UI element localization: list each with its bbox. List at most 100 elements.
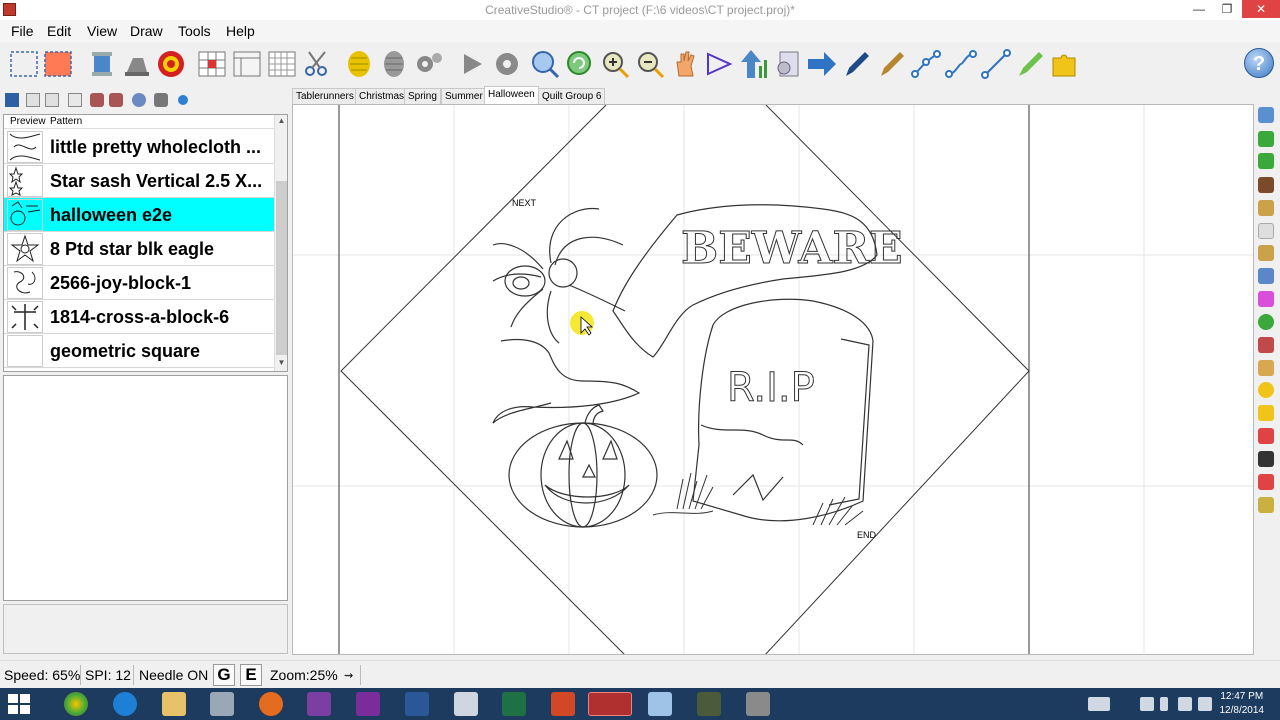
import-icon[interactable] (90, 93, 104, 107)
export-icon[interactable] (109, 93, 123, 107)
tab-spring[interactable]: Spring (404, 88, 441, 104)
menu-draw[interactable]: Draw (130, 23, 163, 39)
arrow-up-chart-icon[interactable] (737, 48, 769, 80)
keyboard-icon[interactable] (1088, 697, 1110, 711)
zoom-arrow-icon[interactable]: ⇝ (344, 669, 353, 682)
new-page-icon[interactable] (26, 93, 40, 107)
calculator-icon[interactable] (454, 692, 478, 716)
marker-icon[interactable] (1015, 48, 1047, 80)
pen-icon[interactable] (841, 48, 873, 80)
play-icon[interactable] (456, 48, 488, 80)
excel-icon[interactable] (502, 692, 526, 716)
grid-block-icon[interactable] (196, 48, 228, 80)
menu-tools[interactable]: Tools (178, 23, 211, 39)
g-toggle-button[interactable]: G (213, 664, 235, 686)
check-page-icon[interactable] (68, 93, 82, 107)
node-line-icon[interactable] (910, 48, 942, 80)
pan-hand-icon[interactable] (669, 48, 701, 80)
scroll-down-icon[interactable]: ▼ (276, 358, 287, 370)
thread-gray-icon[interactable] (378, 48, 410, 80)
menu-help[interactable]: Help (226, 23, 255, 39)
record-icon[interactable] (155, 48, 187, 80)
machine-icon[interactable] (154, 93, 168, 107)
zoom-fit-icon[interactable] (529, 48, 561, 80)
node-icon[interactable] (1258, 223, 1274, 239)
brush-icon[interactable] (1258, 268, 1274, 284)
powerpoint-icon[interactable] (551, 692, 575, 716)
word-icon[interactable] (405, 692, 429, 716)
rotate-icon[interactable] (1258, 107, 1274, 123)
terminal-icon[interactable] (697, 692, 721, 716)
edit-icon[interactable] (1258, 200, 1274, 216)
zoom-in-icon[interactable] (599, 48, 631, 80)
utility-icon[interactable] (746, 692, 770, 716)
grid-icon[interactable] (266, 48, 298, 80)
scroll-thumb[interactable] (276, 181, 287, 355)
tab-quilt-group-6[interactable]: Quilt Group 6 (538, 88, 606, 104)
spool-icon[interactable] (86, 48, 118, 80)
move-left-icon[interactable] (1258, 131, 1274, 147)
move-down-icon[interactable] (1258, 153, 1274, 169)
battery-icon[interactable] (1160, 697, 1168, 711)
tree-icon[interactable] (1258, 337, 1274, 353)
line-icon[interactable] (980, 48, 1012, 80)
firefox-icon[interactable] (259, 692, 283, 716)
list-item-selected[interactable]: halloween e2e (4, 198, 274, 232)
texture-icon[interactable] (1258, 177, 1274, 193)
eraser-icon[interactable] (1258, 497, 1274, 513)
gear-icon[interactable] (491, 48, 523, 80)
scissors-icon[interactable] (301, 48, 333, 80)
window-icon[interactable] (648, 692, 672, 716)
select-icon[interactable] (8, 48, 40, 80)
refresh-icon[interactable] (132, 93, 146, 107)
onenote-icon[interactable] (356, 692, 380, 716)
puzzle-icon[interactable] (1049, 48, 1081, 80)
zoom-out-icon[interactable] (634, 48, 666, 80)
delete-icon[interactable] (1258, 474, 1274, 490)
cycle-icon[interactable] (1258, 314, 1274, 330)
app-tool-icon[interactable] (210, 692, 234, 716)
triangle-down-icon[interactable] (1258, 451, 1274, 467)
circle-icon[interactable] (1258, 382, 1274, 398)
file-explorer-icon[interactable] (162, 692, 186, 716)
internet-explorer-icon[interactable] (113, 692, 137, 716)
list-item[interactable]: geometric square (4, 334, 274, 368)
help-button[interactable]: ? (1244, 48, 1274, 78)
volume-icon[interactable] (1198, 697, 1212, 711)
color-icon[interactable] (1258, 291, 1274, 307)
zoom-refresh-icon[interactable] (564, 48, 596, 80)
layout-icon[interactable] (231, 48, 263, 80)
list-scrollbar[interactable]: ▲ ▼ (274, 115, 287, 371)
creative-studio-task-icon[interactable] (588, 692, 632, 716)
triangle-down-red-icon[interactable] (1258, 428, 1274, 444)
select-fill-icon[interactable] (42, 48, 74, 80)
minimize-button[interactable]: — (1184, 0, 1214, 18)
save-icon[interactable] (5, 93, 19, 107)
menu-edit[interactable]: Edit (47, 23, 71, 39)
menu-view[interactable]: View (87, 23, 117, 39)
settings-gears-icon[interactable] (413, 48, 445, 80)
copy-page-icon[interactable] (45, 93, 59, 107)
maximize-button[interactable]: ❐ (1212, 0, 1242, 18)
tab-halloween[interactable]: Halloween (484, 86, 539, 104)
list-item[interactable]: 2566-joy-block-1 (4, 266, 274, 300)
pencil-icon[interactable] (876, 48, 908, 80)
tab-summer[interactable]: Summer (441, 88, 487, 104)
pencil-small-icon[interactable] (1258, 360, 1274, 376)
lasso-icon[interactable] (1258, 405, 1274, 421)
preview-column-header[interactable]: Preview (10, 116, 46, 127)
system-clock[interactable]: 12:47 PM 12/8/2014 (1220, 690, 1265, 718)
tab-tablerunners[interactable]: Tablerunners (292, 88, 358, 104)
app-purple-icon[interactable] (307, 692, 331, 716)
arrow-right-icon[interactable] (806, 48, 838, 80)
list-item[interactable]: little pretty wholecloth ... (4, 130, 274, 164)
page-icon[interactable] (772, 48, 804, 80)
tray-arrow-icon[interactable] (1120, 697, 1128, 711)
thread-yellow-icon[interactable] (343, 48, 375, 80)
info-icon[interactable] (178, 95, 188, 105)
flag-icon[interactable] (1140, 697, 1154, 711)
list-item[interactable]: 1814-cross-a-block-6 (4, 300, 274, 334)
tab-christmas[interactable]: Christmas (355, 88, 409, 104)
close-button[interactable]: ✕ (1242, 0, 1280, 18)
list-item[interactable]: Star sash Vertical 2.5 X... (4, 164, 274, 198)
